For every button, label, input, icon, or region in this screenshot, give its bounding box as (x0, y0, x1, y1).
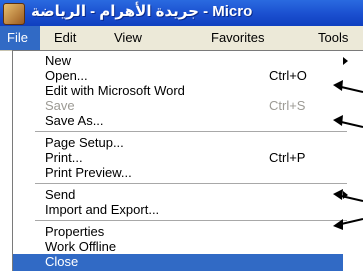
menu-tools[interactable]: Tools (318, 26, 348, 50)
menu-item-send[interactable]: Send (13, 187, 348, 202)
file-menu-dropdown: New Open... Ctrl+O Edit with Microsoft W… (12, 50, 363, 271)
menu-item-import-export[interactable]: Import and Export... (13, 202, 343, 217)
menu-item-open[interactable]: Open... Ctrl+O (13, 68, 343, 83)
menu-separator (35, 220, 347, 221)
menu-view[interactable]: View (114, 26, 142, 50)
window-title: Micro - جريدة الأهرام - الرياضة (31, 3, 253, 20)
menu-item-save-as[interactable]: Save As... (13, 113, 343, 128)
menu-favorites[interactable]: Favorites (211, 26, 264, 50)
title-bar: Micro - جريدة الأهرام - الرياضة (0, 0, 363, 26)
menu-bar: File Edit View Favorites Tools (0, 26, 363, 51)
menu-separator (35, 183, 347, 184)
menu-item-close[interactable]: Close (13, 254, 343, 271)
menu-item-print-preview[interactable]: Print Preview... (13, 165, 343, 180)
pointer-arrow-icon (333, 80, 363, 93)
shortcut-print: Ctrl+P (269, 150, 306, 165)
menu-item-new[interactable]: New (13, 53, 348, 68)
menu-item-edit-word[interactable]: Edit with Microsoft Word (13, 83, 343, 98)
submenu-arrow-icon (343, 57, 348, 65)
pointer-arrow-icon (333, 189, 363, 202)
pointer-arrow-icon (333, 218, 363, 230)
shortcut-save: Ctrl+S (269, 98, 306, 113)
shortcut-open: Ctrl+O (269, 68, 307, 83)
menu-separator (35, 131, 347, 132)
menu-item-page-setup[interactable]: Page Setup... (13, 135, 343, 150)
app-icon[interactable] (3, 3, 25, 25)
menu-edit[interactable]: Edit (54, 26, 76, 50)
menu-item-save: Save Ctrl+S (45, 98, 306, 113)
menu-item-work-offline[interactable]: Work Offline (13, 239, 343, 254)
menu-file[interactable]: File (0, 26, 40, 50)
menu-item-properties[interactable]: Properties (13, 224, 343, 239)
menu-item-print[interactable]: Print... Ctrl+P (13, 150, 343, 165)
pointer-arrow-icon (333, 115, 363, 128)
